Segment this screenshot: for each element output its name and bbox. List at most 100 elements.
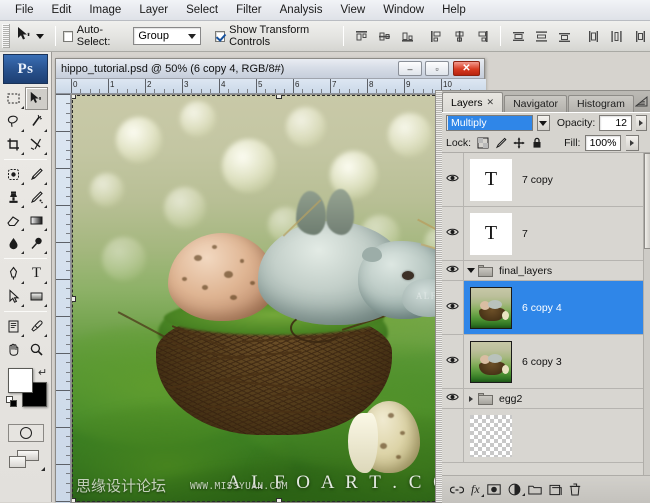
menu-item-filter[interactable]: Filter [227, 1, 271, 19]
fill-input[interactable]: 100% [585, 134, 622, 151]
zoom-tool[interactable] [25, 338, 48, 361]
layer-visibility-toggle[interactable] [442, 207, 464, 260]
brush-tool[interactable] [25, 163, 48, 186]
lock-transparent-pixels-icon[interactable] [476, 136, 489, 149]
layer-visibility-toggle[interactable] [442, 261, 464, 280]
layer-name[interactable]: 6 copy 4 [518, 302, 562, 314]
close-icon[interactable]: ✕ [487, 97, 495, 108]
fill-stepper[interactable] [626, 134, 640, 151]
layer-visibility-toggle[interactable] [442, 281, 464, 334]
layer-group-name[interactable]: final_layers [493, 265, 552, 277]
lock-image-pixels-icon[interactable] [494, 136, 507, 149]
slice-tool[interactable] [25, 133, 48, 156]
align-vertical-centers-button[interactable] [374, 26, 395, 47]
options-bar-grip[interactable] [2, 24, 11, 48]
tab-histogram[interactable]: Histogram [568, 95, 634, 112]
layer-thumbnail-cell[interactable] [464, 286, 518, 329]
lock-all-icon[interactable] [530, 136, 543, 149]
menu-item-help[interactable]: Help [433, 1, 475, 19]
group-expand-chevron-right-icon[interactable] [466, 395, 476, 402]
current-tool-preview[interactable] [12, 26, 48, 46]
table-row[interactable]: egg2 [442, 389, 650, 409]
minimize-button[interactable]: – [398, 61, 422, 76]
screen-mode-icon[interactable] [8, 450, 45, 471]
new-group-button[interactable] [527, 484, 542, 495]
menu-item-image[interactable]: Image [80, 1, 130, 19]
tool-preset-chevron-down-icon[interactable] [36, 33, 45, 39]
tab-layers[interactable]: Layers ✕ [442, 92, 504, 112]
layer-thumbnail-cell[interactable]: T [464, 212, 518, 255]
clone-stamp-tool[interactable] [2, 186, 25, 209]
horizontal-ruler[interactable]: 0 1 2 3 4 5 6 7 8 9 10 [56, 79, 486, 94]
layer-visibility-toggle[interactable] [442, 409, 464, 462]
hand-tool[interactable] [2, 338, 25, 361]
dodge-tool[interactable] [25, 232, 48, 255]
default-colors-icon[interactable] [6, 396, 17, 407]
table-row[interactable]: T 7 [442, 207, 650, 261]
menu-item-layer[interactable]: Layer [130, 1, 177, 19]
layers-scrollbar-thumb[interactable] [644, 153, 650, 249]
eraser-tool[interactable] [2, 209, 25, 232]
swap-colors-icon[interactable]: ↵ [38, 366, 47, 379]
delete-layer-button[interactable] [569, 483, 581, 496]
eyedropper-tool[interactable] [25, 315, 48, 338]
vertical-ruler[interactable] [56, 94, 71, 503]
blend-mode-chevron-down-icon[interactable] [537, 115, 550, 131]
history-brush-tool[interactable] [25, 186, 48, 209]
gradient-tool[interactable] [25, 209, 48, 232]
tab-navigator[interactable]: Navigator [504, 95, 568, 112]
magic-wand-tool[interactable] [25, 110, 48, 133]
new-layer-button[interactable] [549, 484, 562, 496]
opacity-stepper[interactable] [636, 115, 647, 131]
layer-name[interactable]: 7 [518, 228, 528, 240]
rectangle-shape-tool[interactable] [25, 285, 48, 308]
layer-group-name[interactable]: egg2 [493, 393, 522, 405]
table-row[interactable]: 6 copy 3 [442, 335, 650, 389]
auto-select-checkbox[interactable] [63, 30, 73, 42]
layer-thumbnail-cell[interactable]: T [464, 158, 518, 201]
layer-visibility-toggle[interactable] [442, 153, 464, 206]
panel-menu-icon[interactable] [634, 95, 649, 108]
notes-tool[interactable] [2, 315, 25, 338]
rectangular-marquee-tool[interactable] [2, 87, 25, 110]
align-right-edges-button[interactable] [472, 26, 493, 47]
horizontal-type-tool[interactable]: T [25, 262, 48, 285]
link-layers-button[interactable] [450, 485, 464, 495]
canvas-viewport[interactable]: ALFOART.C A L F O A R T . C O M 思缘设计论坛 W… [71, 94, 486, 503]
layer-style-button[interactable]: fx [471, 482, 484, 497]
auto-select-scope-dropdown[interactable]: Group [133, 27, 202, 45]
group-expand-chevron-down-icon[interactable] [466, 268, 476, 273]
document-title-bar[interactable]: hippo_tutorial.psd @ 50% (6 copy 4, RGB/… [56, 59, 484, 79]
layer-thumbnail-cell[interactable] [464, 340, 518, 383]
lock-position-icon[interactable] [512, 136, 525, 149]
table-row[interactable]: 6 copy 4 [442, 281, 650, 335]
distribute-horizontal-centers-button[interactable] [606, 26, 627, 47]
distribute-bottom-edges-button[interactable] [554, 26, 575, 47]
layer-name[interactable]: 7 copy [518, 174, 553, 186]
blur-tool[interactable] [2, 232, 25, 255]
align-bottom-edges-button[interactable] [397, 26, 418, 47]
align-top-edges-button[interactable] [351, 26, 372, 47]
layer-name[interactable]: 6 copy 3 [518, 356, 562, 368]
path-selection-tool[interactable] [2, 285, 25, 308]
layer-visibility-toggle[interactable] [442, 389, 464, 408]
move-tool[interactable] [25, 87, 48, 110]
add-layer-mask-button[interactable] [486, 484, 501, 495]
close-button[interactable]: ✕ [453, 61, 480, 76]
menu-item-analysis[interactable]: Analysis [271, 1, 332, 19]
layer-thumbnail-cell[interactable] [464, 414, 518, 457]
align-left-edges-button[interactable] [426, 26, 447, 47]
table-row[interactable]: final_layers [442, 261, 650, 281]
distribute-right-edges-button[interactable] [629, 26, 650, 47]
layers-scrollbar[interactable] [643, 153, 650, 476]
crop-tool[interactable] [2, 133, 25, 156]
menu-item-window[interactable]: Window [374, 1, 433, 19]
foreground-color-swatch[interactable] [8, 368, 33, 393]
table-row[interactable]: T 7 copy [442, 153, 650, 207]
table-row[interactable] [442, 409, 650, 463]
maximize-button[interactable]: ▫ [425, 61, 449, 76]
layer-visibility-toggle[interactable] [442, 335, 464, 388]
distribute-top-edges-button[interactable] [508, 26, 529, 47]
menu-item-file[interactable]: File [6, 1, 43, 19]
opacity-input[interactable]: 12 [599, 115, 632, 131]
